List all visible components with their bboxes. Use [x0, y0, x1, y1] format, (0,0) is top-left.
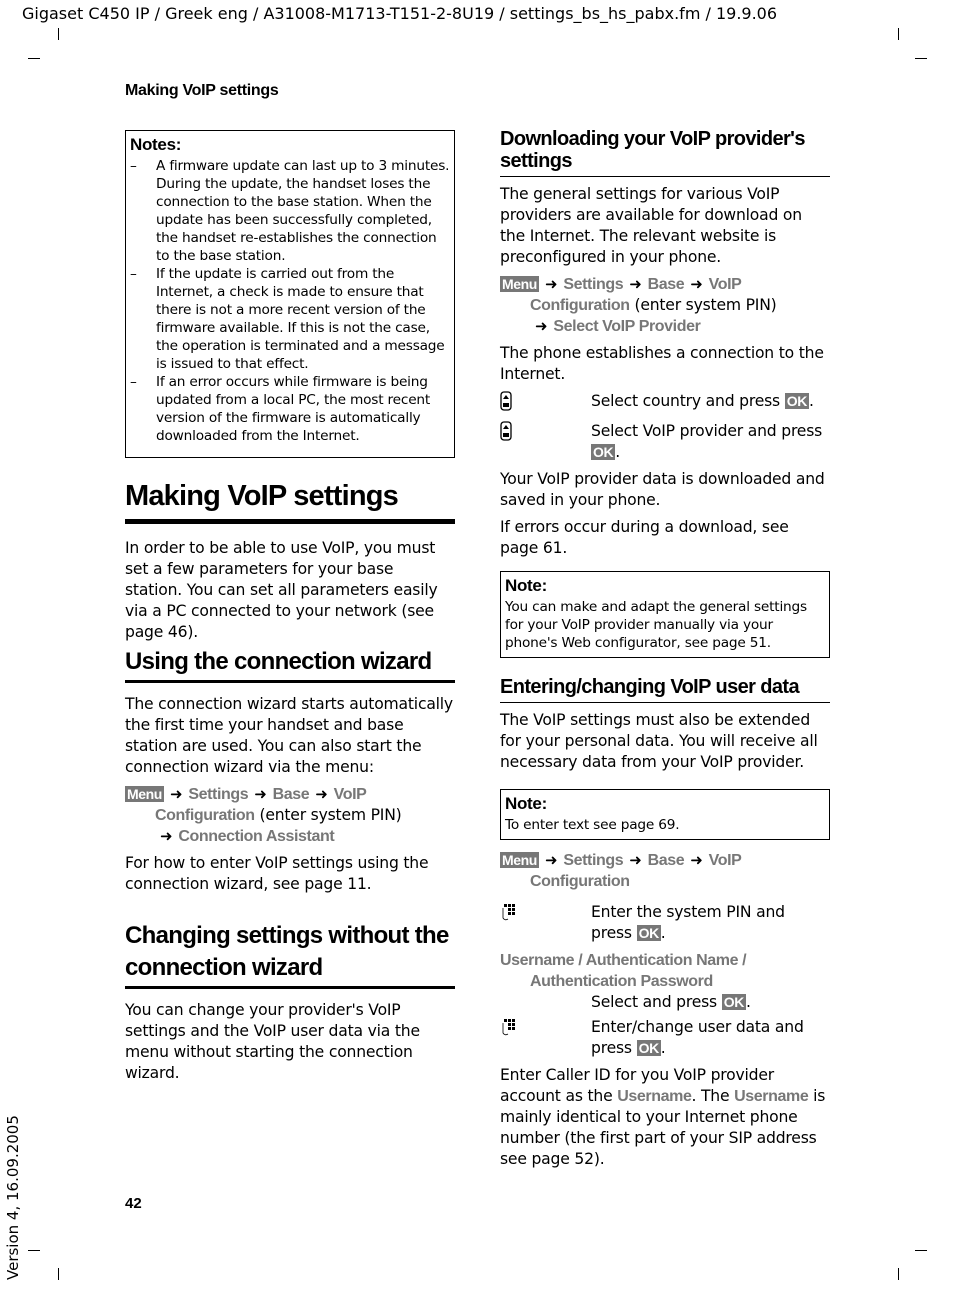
- saved-text: Your VoIP provider data is downloaded an…: [500, 470, 825, 509]
- errors-text: If errors occur during a download, see p…: [500, 518, 789, 557]
- crop-mark: [28, 58, 40, 59]
- without-wizard-text: You can change your provider's VoIP sett…: [125, 1001, 420, 1082]
- arrow-icon: ➜: [315, 785, 328, 803]
- fields-path: Username / Authentication Name / Authent…: [500, 952, 747, 990]
- crop-mark: [915, 1250, 927, 1251]
- ok-key: OK: [636, 925, 661, 941]
- arrow-icon: ➜: [690, 851, 703, 869]
- note-box-text-entry: Note: To enter text see page 69.: [500, 789, 830, 840]
- menu-key: Menu: [500, 852, 539, 868]
- arrow-icon: ➜: [629, 275, 642, 293]
- step-select-provider: Select VoIP provider and press OK.: [500, 421, 830, 463]
- connect-text: The phone establishes a connection to th…: [500, 344, 824, 383]
- menu-path-download: Menu ➜ Settings ➜ Base ➜ VoIP Configuration (e…: [500, 275, 777, 335]
- ok-key: OK: [721, 994, 746, 1010]
- step-enter-pin: Enter the system PIN and press OK.: [500, 902, 830, 944]
- intro-text: In order to be able to use VoIP, you mus…: [125, 539, 438, 641]
- document-page: Gigaset C450 IP / Greek eng / A31008-M17…: [0, 0, 954, 1307]
- crop-mark: [915, 58, 927, 59]
- note-item: – If the update is carried out from the I…: [130, 266, 445, 372]
- arrow-icon: ➜: [629, 851, 642, 869]
- step-select: Select and press OK.: [591, 993, 751, 1011]
- ok-key: OK: [784, 393, 809, 409]
- note-item: – If an error occurs while firmware is be…: [130, 374, 431, 444]
- running-head: Making VoIP settings: [125, 82, 279, 99]
- crop-mark: [58, 28, 59, 40]
- user-data-text: The VoIP settings must also be extended …: [500, 711, 818, 771]
- wizard-after-text: For how to enter VoIP settings using the…: [125, 854, 429, 893]
- notes-title: Notes:: [130, 135, 182, 154]
- step-select-country: Select country and press OK.: [500, 391, 830, 417]
- crop-mark: [898, 1268, 899, 1280]
- menu-key: Menu: [500, 276, 539, 292]
- caller-id-text: Enter Caller ID for you VoIP provider ac…: [500, 1066, 826, 1168]
- version-label: Version 4, 16.09.2005: [4, 1115, 22, 1280]
- ok-key: OK: [591, 444, 616, 460]
- arrow-icon: ➜: [254, 785, 267, 803]
- section-heading-wizard: Using the connection wizard: [125, 646, 455, 683]
- crop-mark: [898, 28, 899, 40]
- crop-mark: [58, 1268, 59, 1280]
- notes-box: Notes: – A firmware update can last up to…: [125, 130, 455, 458]
- page-title: Making VoIP settings: [125, 480, 455, 524]
- arrow-icon: ➜: [160, 827, 173, 845]
- arrow-icon: ➜: [690, 275, 703, 293]
- download-text: The general settings for various VoIP pr…: [500, 185, 802, 266]
- menu-key: Menu: [125, 786, 164, 802]
- document-header: Gigaset C450 IP / Greek eng / A31008-M17…: [22, 4, 778, 23]
- arrow-icon: ➜: [544, 275, 558, 293]
- menu-path-wizard: Menu ➜ Settings ➜ Base ➜ VoIP Configuration (e…: [125, 785, 402, 845]
- note-box-web-configurator: Note: You can make and adapt the general…: [500, 571, 830, 658]
- section-heading-download: Downloading your VoIP provider's setting…: [500, 128, 830, 177]
- keypad-icon: [500, 902, 591, 944]
- arrow-icon: ➜: [169, 785, 183, 803]
- page-number: 42: [125, 1195, 142, 1212]
- step-enter-user-data: Enter/change user data and press OK.: [500, 1017, 830, 1059]
- wizard-text: The connection wizard starts automatical…: [125, 695, 453, 776]
- navigation-key-icon: [500, 391, 591, 417]
- crop-mark: [28, 1250, 40, 1251]
- note-item: – A firmware update can last up to 3 minu…: [130, 158, 450, 264]
- arrow-icon: ➜: [544, 851, 558, 869]
- ok-key: OK: [636, 1040, 661, 1056]
- menu-path-user-data: Menu ➜ Settings ➜ Base ➜ VoIP Configuration: [500, 851, 742, 890]
- keypad-icon: [500, 1017, 591, 1059]
- arrow-icon: ➜: [535, 317, 548, 335]
- section-heading-without-wizard: Changing settings without the connection…: [125, 920, 455, 989]
- navigation-key-icon: [500, 421, 591, 463]
- section-heading-user-data: Entering/changing VoIP user data: [500, 676, 830, 703]
